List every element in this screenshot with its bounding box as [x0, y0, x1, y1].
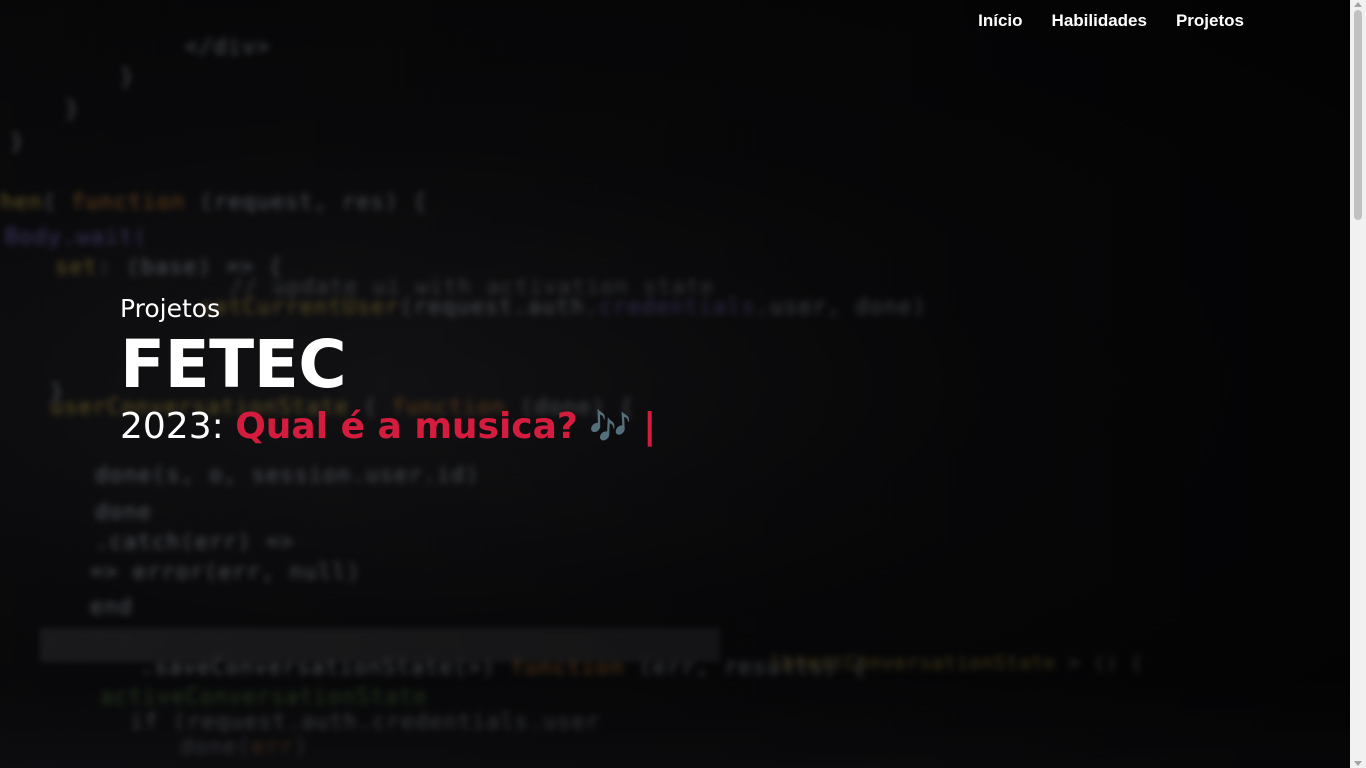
- page: </div> } } } hen( function (request, res…: [0, 0, 1366, 768]
- typing-cursor: |: [643, 406, 657, 447]
- scroll-down-icon[interactable]: [1354, 761, 1362, 766]
- hero-title: FETEC: [120, 326, 347, 403]
- hero-subtitle: 2023: Qual é a musica? 🎶 |: [120, 404, 656, 450]
- top-navigation: Início Habilidades Projetos: [978, 10, 1244, 32]
- scrollbar-thumb[interactable]: [1354, 10, 1362, 220]
- nav-link-habilidades[interactable]: Habilidades: [1052, 10, 1147, 32]
- page-scrollbar[interactable]: [1350, 0, 1366, 768]
- nav-link-inicio[interactable]: Início: [978, 10, 1022, 32]
- nav-link-projetos[interactable]: Projetos: [1176, 10, 1244, 32]
- hero-section: Projetos FETEC 2023: Qual é a musica? 🎶 …: [120, 292, 656, 450]
- music-notes-icon: 🎶: [589, 407, 632, 447]
- subtitle-prefix: 2023:: [120, 406, 236, 447]
- scroll-up-icon[interactable]: [1354, 2, 1362, 7]
- subtitle-accent: Qual é a musica?: [235, 406, 578, 447]
- hero-kicker: Projetos: [120, 294, 221, 323]
